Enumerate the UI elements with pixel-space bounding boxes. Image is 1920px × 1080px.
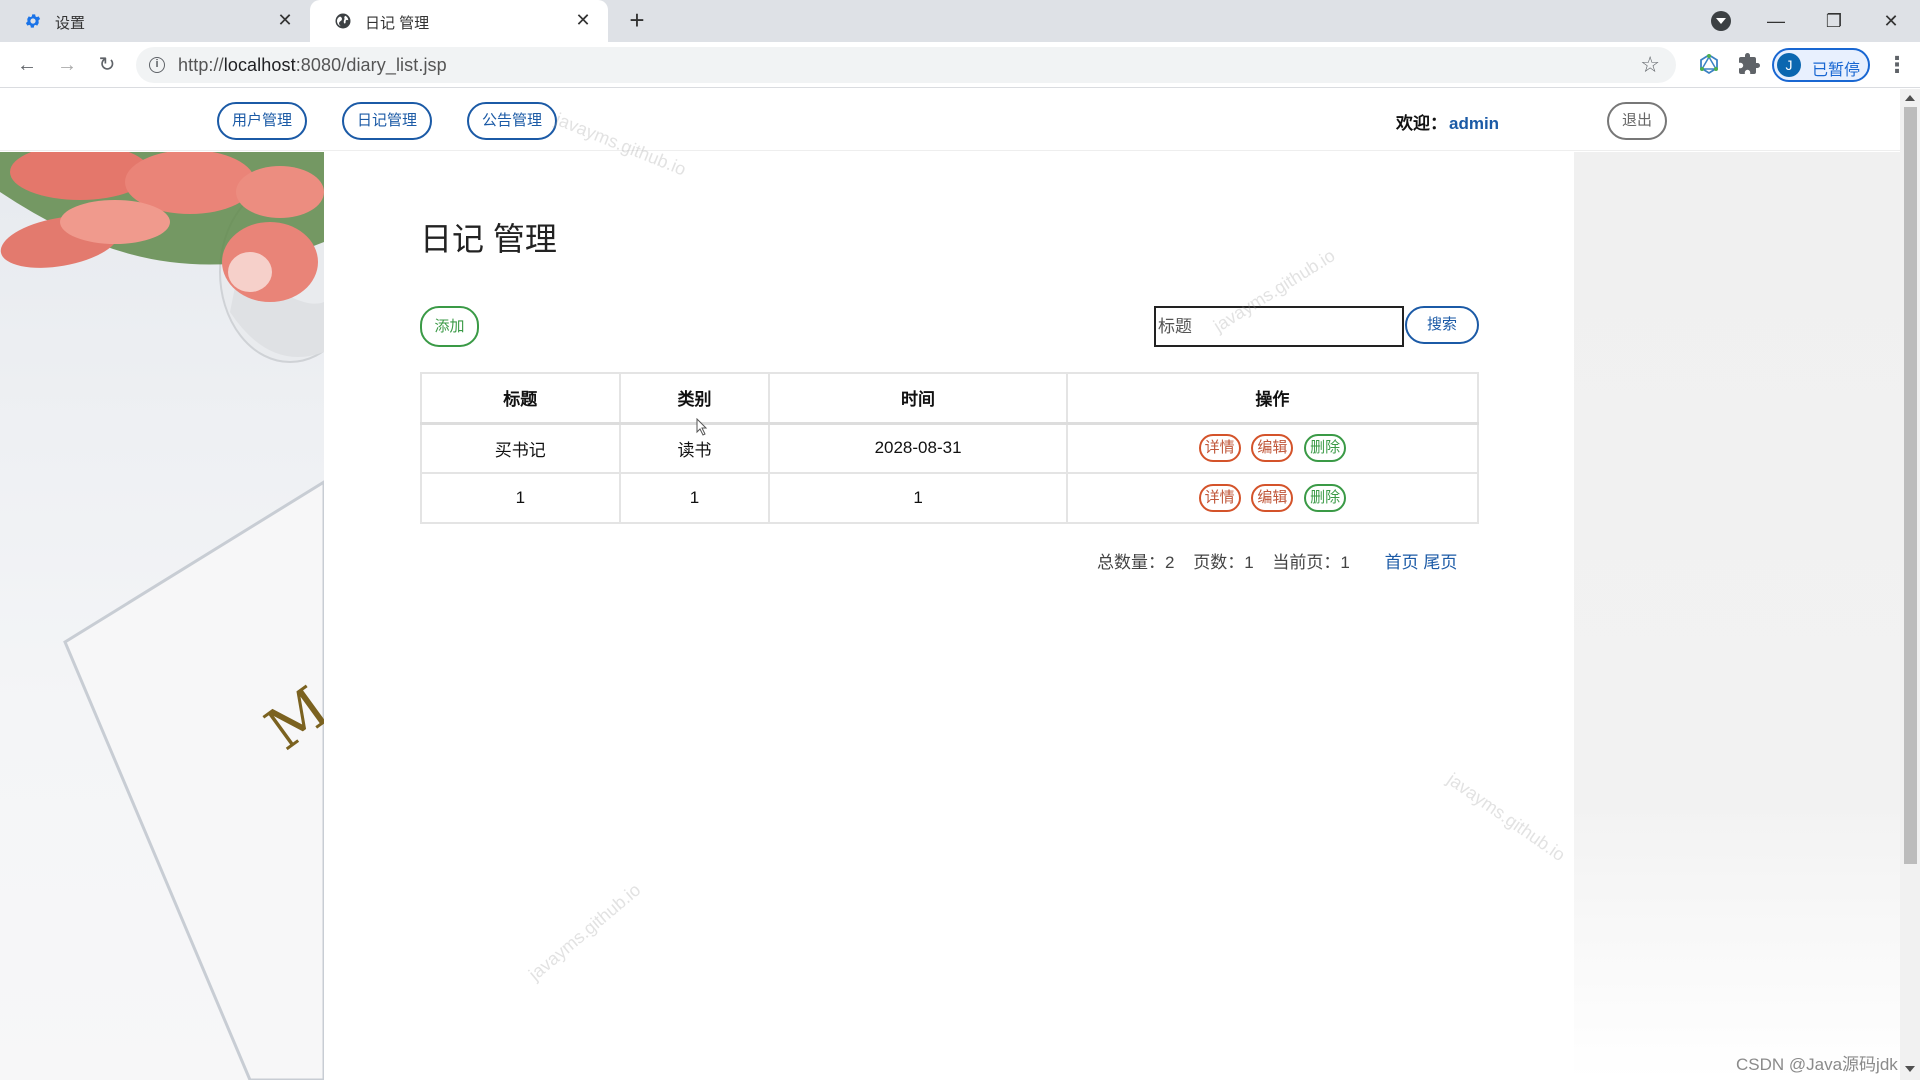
reload-icon[interactable]: ↻ xyxy=(94,52,120,78)
browser-menu-icon[interactable]: ⋮ xyxy=(1886,52,1908,78)
decorative-photo: M xyxy=(0,152,324,1080)
nav-user-management[interactable]: 用户管理 xyxy=(217,102,307,140)
address-bar[interactable]: i http://localhost:8080/diary_list.jsp ☆ xyxy=(136,47,1676,83)
info-icon[interactable]: i xyxy=(149,57,165,73)
pagination: 总数量：2 页数：1 当前页：1 首页 尾页 xyxy=(1097,548,1457,573)
tab-settings[interactable]: 设置 ✕ xyxy=(0,0,310,42)
table-row: 1 1 1 详情 编辑 删除 xyxy=(420,472,1480,524)
watermark: javayms.github.io xyxy=(525,879,645,985)
extensions-puzzle-icon[interactable] xyxy=(1737,52,1761,76)
page-title: 日记 管理 xyxy=(420,221,557,257)
url-host: localhost xyxy=(223,55,296,75)
forward-icon[interactable]: → xyxy=(54,52,80,78)
first-page-link[interactable]: 首页 xyxy=(1385,553,1419,572)
cell-title: 买书记 xyxy=(420,422,621,474)
diary-table: 标题 类别 时间 操作 买书记 读书 2028-08-31 详情 编辑 删除 1… xyxy=(420,372,1480,524)
total-label: 总数量： xyxy=(1097,553,1165,572)
scroll-down-icon[interactable] xyxy=(1905,1066,1915,1072)
page-count: 页数：1 xyxy=(1193,553,1253,572)
table-header-row: 标题 类别 时间 操作 xyxy=(420,372,1480,425)
bookmark-star-icon[interactable]: ☆ xyxy=(1640,52,1660,78)
column-header-category: 类别 xyxy=(618,372,771,425)
cell-category: 读书 xyxy=(618,422,771,474)
browser-toolbar: ← → ↻ i http://localhost:8080/diary_list… xyxy=(0,42,1920,88)
globe-icon xyxy=(335,13,351,29)
cell-actions: 详情 编辑 删除 xyxy=(1065,422,1480,474)
total-count: 总数量：2 xyxy=(1097,553,1174,572)
current-label: 当前页： xyxy=(1272,553,1341,572)
scroll-up-icon[interactable] xyxy=(1905,95,1915,101)
username: admin xyxy=(1449,114,1500,133)
column-header-time: 时间 xyxy=(768,372,1068,425)
close-icon[interactable]: ✕ xyxy=(274,9,296,31)
column-header-actions: 操作 xyxy=(1065,372,1480,425)
extension-graphql-icon[interactable] xyxy=(1697,52,1721,76)
current-page: 当前页：1 xyxy=(1272,553,1349,572)
column-header-title: 标题 xyxy=(420,372,621,425)
profile-paused-button[interactable]: J 已暂停 xyxy=(1772,48,1870,82)
detail-button[interactable]: 详情 xyxy=(1198,434,1241,463)
mouse-cursor-icon xyxy=(696,418,708,436)
site-navigation: 用户管理 日记管理 公告管理 欢迎： admin 退出 xyxy=(0,89,1900,151)
tulip-vase-illustration: M xyxy=(0,152,324,1080)
delete-button[interactable]: 删除 xyxy=(1304,434,1347,463)
current-value: 1 xyxy=(1340,553,1350,572)
last-page-link[interactable]: 尾页 xyxy=(1423,553,1457,572)
tab-title: 日记 管理 xyxy=(365,15,430,32)
nav-notice-management[interactable]: 公告管理 xyxy=(467,102,557,140)
back-icon[interactable]: ← xyxy=(14,52,40,78)
delete-button[interactable]: 删除 xyxy=(1304,484,1347,512)
scrollbar-thumb[interactable] xyxy=(1904,107,1917,864)
close-icon[interactable]: ✕ xyxy=(572,9,594,31)
gear-icon xyxy=(25,14,41,28)
search-input[interactable] xyxy=(1154,306,1404,347)
welcome-text: 欢迎： admin xyxy=(1396,109,1499,134)
tab-title: 设置 xyxy=(55,15,86,32)
page-viewport: M 用户管理 日记管理 公告管理 欢迎：admin 退出 日记 管理 添加 搜索… xyxy=(0,89,1900,1080)
credit-watermark: CSDN @Java源码jdk xyxy=(1736,1055,1898,1074)
watermark: javayms.github.io xyxy=(1443,769,1569,866)
restore-icon[interactable]: ❐ xyxy=(1819,8,1849,34)
url-scheme: http:// xyxy=(178,55,224,75)
pager-links: 首页 尾页 xyxy=(1385,553,1458,572)
tab-search-icon[interactable] xyxy=(1711,11,1731,31)
browser-tabstrip: 设置 ✕ 日记 管理 ✕ + — ❐ ✕ xyxy=(0,0,1920,42)
pages-value: 1 xyxy=(1244,553,1254,572)
tab-diary-management[interactable]: 日记 管理 ✕ xyxy=(310,0,608,42)
new-tab-button[interactable]: + xyxy=(624,7,650,34)
url-path: :8080/diary_list.jsp xyxy=(295,55,447,75)
avatar: J xyxy=(1777,53,1801,77)
table-row: 买书记 读书 2028-08-31 详情 编辑 删除 xyxy=(420,422,1480,474)
minimize-icon[interactable]: — xyxy=(1761,8,1791,34)
pages-label: 页数： xyxy=(1193,553,1245,572)
add-button[interactable]: 添加 xyxy=(420,306,479,347)
detail-button[interactable]: 详情 xyxy=(1198,484,1241,512)
search-button[interactable]: 搜索 xyxy=(1405,306,1479,344)
close-window-icon[interactable]: ✕ xyxy=(1876,8,1906,34)
total-value: 2 xyxy=(1165,553,1175,572)
cell-actions: 详情 编辑 删除 xyxy=(1065,472,1480,524)
cell-time: 2028-08-31 xyxy=(768,422,1068,474)
logout-button[interactable]: 退出 xyxy=(1607,102,1667,140)
cell-title: 1 xyxy=(420,472,621,524)
url-text[interactable]: http://localhost:8080/diary_list.jsp xyxy=(178,55,447,76)
decorative-panel xyxy=(1574,152,1900,1080)
nav-diary-management[interactable]: 日记管理 xyxy=(342,102,432,140)
cell-category: 1 xyxy=(618,472,771,524)
welcome-label: 欢迎： xyxy=(1396,114,1447,133)
edit-button[interactable]: 编辑 xyxy=(1251,434,1294,463)
cell-time: 1 xyxy=(768,472,1068,524)
edit-button[interactable]: 编辑 xyxy=(1251,484,1294,512)
profile-status: 已暂停 xyxy=(1812,62,1861,79)
vertical-scrollbar[interactable] xyxy=(1900,89,1920,1080)
